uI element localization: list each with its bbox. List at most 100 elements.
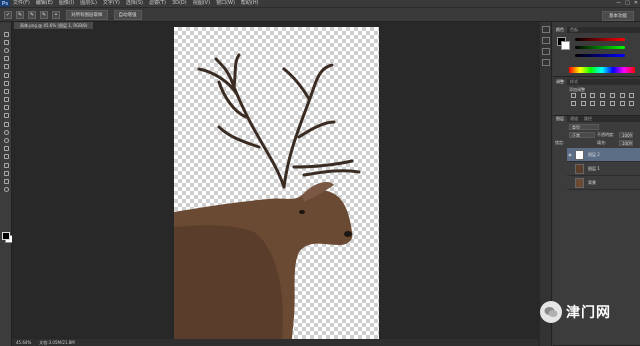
close-icon[interactable]: ✕	[634, 0, 638, 7]
photo-filter-icon[interactable]	[580, 101, 586, 106]
dodge-tool-icon[interactable]	[0, 136, 12, 144]
hue-saturation-icon[interactable]	[619, 93, 625, 98]
minimize-icon[interactable]: —	[616, 0, 621, 7]
vibrance-icon[interactable]	[609, 93, 615, 98]
deer-image	[174, 53, 361, 339]
color-balance-icon[interactable]	[629, 93, 635, 98]
move-tool-icon[interactable]	[0, 30, 12, 38]
blend-mode-select[interactable]: 正常	[569, 132, 595, 138]
tab-paths[interactable]: 路径	[581, 116, 595, 122]
layer-thumbnail	[575, 163, 584, 174]
menu-file[interactable]: 文件(F)	[10, 0, 33, 7]
layer-kind-filter[interactable]: 类型	[569, 124, 599, 130]
tab-styles[interactable]: 样式	[567, 79, 581, 85]
add-to-selection-icon[interactable]: ✎	[28, 10, 36, 19]
curves-icon[interactable]	[590, 93, 596, 98]
document-tab[interactable]: 雨林.png @ 45.6% (图层 1, RGB/8)	[14, 22, 94, 29]
menu-filter[interactable]: 滤镜(T)	[146, 0, 169, 7]
quick-select-tool-icon[interactable]: ✓	[4, 10, 12, 19]
shape-tool-icon[interactable]	[0, 169, 12, 177]
layer-name[interactable]: 图层 2	[588, 152, 600, 158]
menu-3d[interactable]: 3D(D)	[169, 0, 190, 7]
subtract-selection-icon[interactable]: ✎	[40, 10, 48, 19]
layer-name[interactable]: 图层 1	[588, 166, 600, 172]
quick-select-tool-icon[interactable]	[0, 55, 12, 63]
type-tool-icon[interactable]	[0, 153, 12, 161]
layer-row-1[interactable]: 图层 1	[567, 162, 640, 176]
path-select-tool-icon[interactable]	[0, 161, 12, 169]
layers-panel-tabs: 图层 通道 路径	[553, 116, 640, 122]
menu-edit[interactable]: 编辑(E)	[33, 0, 56, 7]
sample-all-layers-checkbox[interactable]: 对所有图层取样	[66, 9, 108, 20]
properties-panel-icon[interactable]	[542, 37, 550, 44]
tab-layers[interactable]: 图层	[553, 116, 567, 122]
menu-type[interactable]: 文字(Y)	[100, 0, 123, 7]
layer-row-background[interactable]: 背景	[567, 176, 640, 190]
black-white-icon[interactable]	[571, 101, 576, 106]
invert-icon[interactable]	[609, 101, 615, 106]
color-spectrum[interactable]	[569, 67, 635, 73]
gradient-tool-icon[interactable]	[0, 120, 12, 128]
menu-window[interactable]: 窗口(W)	[213, 0, 238, 7]
brush-size-icon[interactable]: •	[52, 10, 60, 19]
exposure-icon[interactable]	[600, 93, 606, 98]
threshold-icon[interactable]	[629, 101, 635, 106]
lasso-tool-icon[interactable]	[0, 46, 12, 54]
brightness-icon[interactable]	[571, 93, 576, 98]
clone-stamp-tool-icon[interactable]	[0, 96, 12, 104]
menu-select[interactable]: 选择(S)	[123, 0, 146, 7]
green-slider[interactable]	[575, 46, 625, 49]
history-panel-icon[interactable]	[542, 26, 550, 33]
healing-brush-tool-icon[interactable]	[0, 79, 12, 87]
document-canvas[interactable]	[174, 27, 379, 339]
fill-input[interactable]: 100%	[619, 140, 633, 146]
channel-mixer-icon[interactable]	[590, 101, 596, 106]
foreground-color-swatch[interactable]	[2, 232, 10, 240]
watermark: 津门网	[540, 301, 611, 323]
blur-tool-icon[interactable]	[0, 128, 12, 136]
red-slider[interactable]	[575, 38, 625, 41]
layer-name[interactable]: 背景	[588, 180, 596, 186]
paragraph-panel-icon[interactable]	[542, 59, 550, 66]
posterize-icon[interactable]	[619, 101, 625, 106]
adjustments-panel: 调整 样式 添加调整	[553, 79, 640, 116]
menu-image[interactable]: 图像(I)	[56, 0, 77, 7]
zoom-tool-icon[interactable]	[0, 186, 12, 194]
layer-thumbnail	[575, 149, 584, 160]
tab-swatches[interactable]: 色板	[567, 27, 581, 33]
tab-channels[interactable]: 通道	[567, 116, 581, 122]
tab-adjustments[interactable]: 调整	[553, 79, 567, 85]
photoshop-logo-icon: Ps	[0, 0, 10, 7]
marquee-tool-icon[interactable]	[0, 38, 12, 46]
auto-enhance-checkbox[interactable]: 自动增强	[113, 9, 142, 20]
levels-icon[interactable]	[580, 93, 586, 98]
window-controls: — □ ✕	[616, 0, 638, 7]
blue-slider[interactable]	[575, 54, 625, 57]
menu-view[interactable]: 视图(V)	[190, 0, 213, 7]
visibility-eye-icon[interactable]: ◉	[567, 152, 573, 157]
character-panel-icon[interactable]	[542, 48, 550, 55]
status-bar: 45.64% 文档:3.05M/21.8M	[12, 339, 538, 346]
watermark-text: 津门网	[566, 305, 611, 321]
pen-tool-icon[interactable]	[0, 145, 12, 153]
menu-layer[interactable]: 图层(L)	[77, 0, 100, 7]
eraser-tool-icon[interactable]	[0, 112, 12, 120]
layer-thumbnail	[575, 177, 584, 188]
eyedropper-tool-icon[interactable]	[0, 71, 12, 79]
new-selection-icon[interactable]: ✎	[16, 10, 24, 19]
maximize-icon[interactable]: □	[625, 0, 630, 7]
zoom-level[interactable]: 45.64%	[16, 339, 31, 346]
layer-row-2[interactable]: ◉ 图层 2	[567, 148, 640, 162]
collapsed-panel-strip	[540, 22, 552, 346]
panel-background-swatch[interactable]	[561, 41, 570, 50]
brush-tool-icon[interactable]	[0, 87, 12, 95]
tab-color[interactable]: 颜色	[553, 27, 567, 33]
history-brush-tool-icon[interactable]	[0, 104, 12, 112]
color-lookup-icon[interactable]	[600, 101, 606, 106]
opacity-input[interactable]: 100%	[619, 132, 633, 138]
hand-tool-icon[interactable]	[0, 177, 12, 185]
fill-label: 填充:	[597, 140, 607, 145]
menu-help[interactable]: 帮助(H)	[238, 0, 262, 7]
crop-tool-icon[interactable]	[0, 63, 12, 71]
workspace-switcher[interactable]: 基本功能	[602, 11, 634, 21]
